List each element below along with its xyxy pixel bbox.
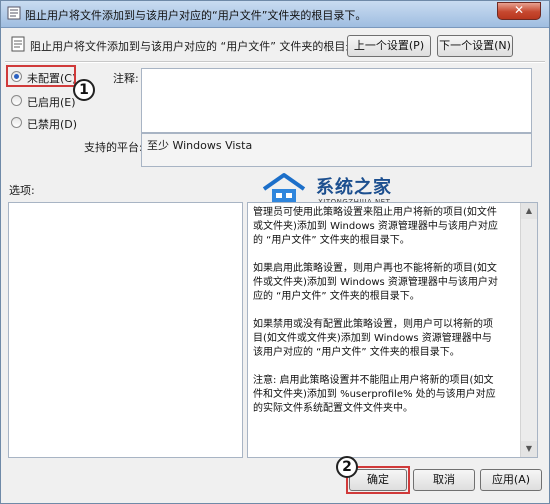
help-scrollbar[interactable]: ▲ ▼ — [520, 203, 537, 457]
comment-textarea[interactable] — [141, 68, 532, 133]
title-bar[interactable]: 阻止用户将文件添加到与该用户对应的“用户文件”文件夹的根目录下。 ✕ — [1, 1, 549, 28]
scroll-up-icon[interactable]: ▲ — [521, 203, 537, 219]
radio-label-disabled: 已禁用(D) — [27, 118, 78, 131]
scroll-down-icon[interactable]: ▼ — [521, 441, 537, 457]
help-text: 管理员可使用此策略设置来阻止用户将新的项目(如文件或文件夹)添加到 Window… — [253, 206, 498, 430]
supported-platform-label: 支持的平台: — [84, 141, 143, 154]
help-panel[interactable]: 管理员可使用此策略设置来阻止用户将新的项目(如文件或文件夹)添加到 Window… — [247, 202, 538, 458]
help-paragraph: 如果启用此策略设置，则用户再也不能将新的项目(如文件或文件夹)添加到 Windo… — [253, 263, 498, 302]
help-paragraph: 管理员可使用此策略设置来阻止用户将新的项目(如文件或文件夹)添加到 Window… — [253, 207, 498, 246]
highlight-box-not-configured — [6, 65, 76, 87]
supported-platform-box: 至少 Windows Vista — [141, 133, 532, 167]
previous-setting-button[interactable]: 上一个设置(P) — [347, 35, 431, 57]
help-paragraph: 如果禁用或没有配置此策略设置，则用户可以将新的项目(如文件或文件夹)添加到 Wi… — [253, 319, 493, 358]
radio-button[interactable] — [11, 95, 22, 106]
comment-label: 注释: — [113, 72, 139, 85]
watermark-name: 系统之家 — [316, 177, 392, 198]
supported-platform-value: 至少 Windows Vista — [147, 139, 253, 152]
policy-icon — [7, 6, 21, 20]
radio-label-enabled: 已启用(E) — [27, 96, 76, 109]
close-icon: ✕ — [513, 3, 525, 17]
help-paragraph: 注意: 启用此策略设置并不能阻止用户将新的项目(如文件和文件夹)添加到 %use… — [253, 375, 496, 414]
cancel-button[interactable]: 取消 — [413, 469, 475, 491]
step-marker-2: 2 — [336, 456, 358, 478]
next-setting-button[interactable]: 下一个设置(N) — [437, 35, 513, 57]
apply-button[interactable]: 应用(A) — [480, 469, 542, 491]
window-title: 阻止用户将文件添加到与该用户对应的“用户文件”文件夹的根目录下。 — [25, 9, 367, 22]
header-divider — [5, 61, 545, 63]
options-panel — [8, 202, 243, 458]
setting-page-icon — [11, 36, 25, 52]
radio-button[interactable] — [11, 117, 22, 128]
close-button[interactable]: ✕ — [497, 2, 541, 20]
policy-dialog-window: 阻止用户将文件添加到与该用户对应的“用户文件”文件夹的根目录下。 ✕ 阻止用户将… — [0, 0, 550, 504]
options-label: 选项: — [9, 184, 35, 197]
policy-heading: 阻止用户将文件添加到与该用户对应的 “用户文件” 文件夹的根目录下。 — [30, 40, 379, 53]
step-marker-1: 1 — [73, 79, 95, 101]
